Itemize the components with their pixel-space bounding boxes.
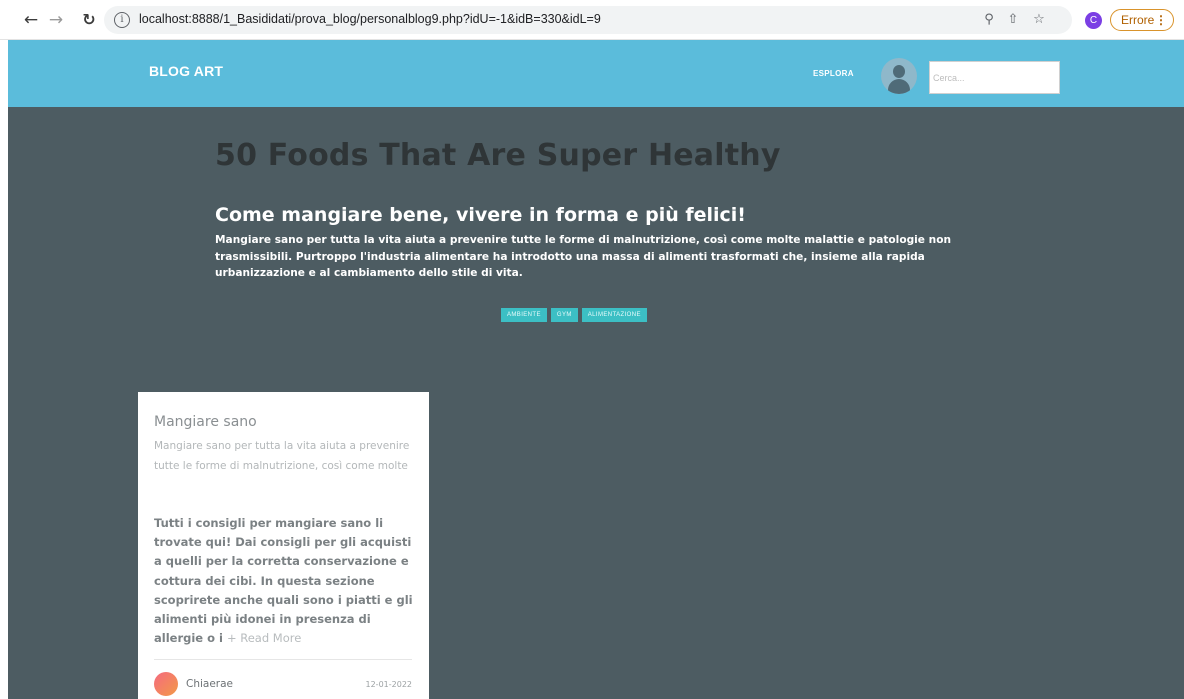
author-name[interactable]: Chiaerae [186,678,233,690]
tag-alimentazione[interactable]: ALIMENTAZIONE [581,308,647,322]
user-avatar-icon[interactable] [881,58,917,94]
nav-esplora[interactable]: ESPLORA [813,69,854,78]
card-title[interactable]: Mangiare sano [154,414,257,430]
search-input[interactable] [929,61,1060,94]
url-path: :8888/1_Basididati/prova_blog/personalbl… [188,12,601,26]
tag-ambiente[interactable]: AMBIENTE [501,308,547,322]
tag-gym[interactable]: GYM [550,308,578,322]
info-icon[interactable]: i [114,12,130,28]
reload-icon[interactable]: ↻ [79,10,99,30]
back-arrow-icon[interactable]: ← [21,10,41,30]
address-bar[interactable]: i localhost:8888/1_Basididati/prova_blog… [104,6,1072,34]
card-body: Tutti i consigli per mangiare sano li tr… [154,514,418,648]
error-button[interactable]: Errore ⋮ [1110,9,1174,31]
author-avatar[interactable] [154,672,178,696]
card-divider [154,659,412,660]
avatar-head [893,65,905,78]
card-body-text: Tutti i consigli per mangiare sano li tr… [154,516,413,646]
url-text[interactable]: localhost:8888/1_Basididati/prova_blog/p… [139,12,601,26]
site-header: BLOG ART ESPLORA [8,40,1184,107]
page-subtitle: Come mangiare bene, vivere in forma e pi… [215,204,746,226]
error-label: Errore [1121,13,1155,27]
browser-toolbar: ← → ↻ i localhost:8888/1_Basididati/prov… [0,0,1184,40]
url-host: localhost [139,12,189,26]
zoom-icon[interactable]: ⚲ [980,11,998,29]
profile-avatar[interactable]: C [1085,12,1102,29]
brand-logo[interactable]: BLOG ART [149,63,223,79]
post-card[interactable]: Mangiare sano Mangiare sano per tutta la… [138,392,429,699]
more-vertical-icon: ⋮ [1155,13,1167,27]
page-description: Mangiare sano per tutta la vita aiuta a … [215,234,952,279]
card-excerpt: Mangiare sano per tutta la vita aiuta a … [154,440,410,472]
avatar-body [888,79,910,94]
share-icon[interactable]: ⇧ [1004,11,1022,29]
tag-list: AMBIENTE GYM ALIMENTAZIONE [501,308,647,322]
page-left-edge [0,40,8,699]
bookmark-star-icon[interactable]: ☆ [1030,11,1048,29]
page-title: 50 Foods That Are Super Healthy [215,138,781,173]
read-more-link[interactable]: + Read More [227,631,301,645]
forward-arrow-icon[interactable]: → [46,10,66,30]
post-date: 12-01-2022 [365,680,413,689]
